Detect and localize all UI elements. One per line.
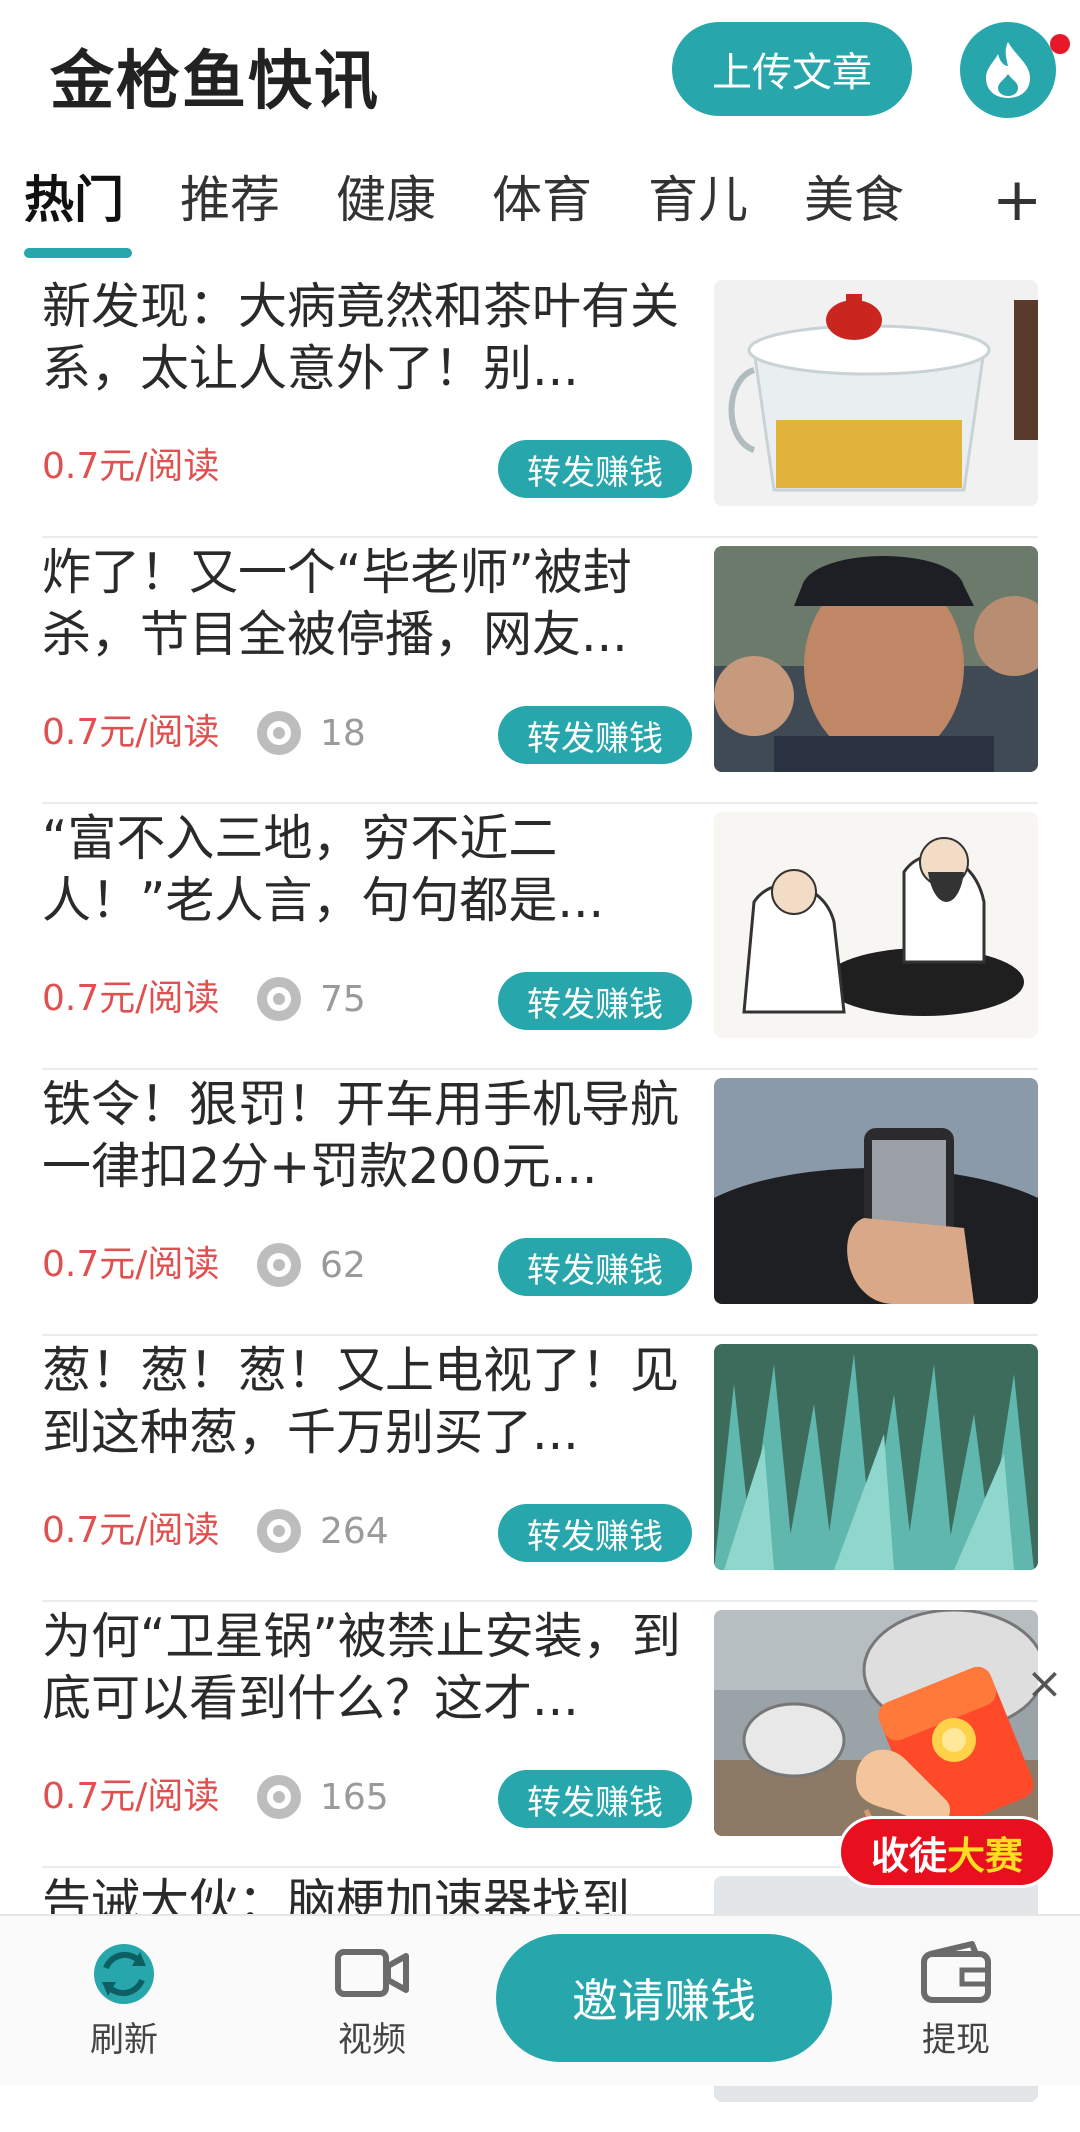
notification-dot: [1050, 34, 1070, 54]
article-title[interactable]: 葱！葱！葱！又上电视了！见到这种葱，千万别买了...: [42, 1340, 692, 1464]
app-title: 金枪鱼快讯: [50, 45, 380, 119]
price-per-read: 0.7元/阅读: [42, 446, 220, 487]
view-count: 75: [254, 974, 366, 1024]
promo-label[interactable]: 收徒 大赛: [838, 1816, 1056, 1888]
article-thumbnail[interactable]: [714, 1344, 1038, 1570]
close-promo-button[interactable]: ×: [1026, 1658, 1063, 1709]
view-count: 18: [254, 708, 366, 758]
price-per-read: 0.7元/阅读: [42, 1776, 220, 1817]
video-camera-icon: [335, 1949, 409, 1997]
tab-sports[interactable]: 体育: [492, 160, 592, 240]
list-item[interactable]: 铁令！狠罚！开车用手机导航一律扣2分+罚款200元... 0.7元/阅读 62 …: [42, 1070, 1038, 1336]
view-count: 264: [254, 1506, 389, 1556]
list-item[interactable]: 葱！葱！葱！又上电视了！见到这种葱，千万别买了... 0.7元/阅读 264 转…: [42, 1336, 1038, 1602]
eye-icon: [257, 1775, 301, 1819]
wallet-icon: [921, 1941, 991, 2003]
article-thumbnail[interactable]: [714, 546, 1038, 772]
list-item[interactable]: 新发现：大病竟然和茶叶有关系，太让人意外了！别... 0.7元/阅读 转发赚钱: [42, 272, 1038, 538]
eye-icon: [257, 1243, 301, 1287]
article-title[interactable]: 铁令！狠罚！开车用手机导航一律扣2分+罚款200元...: [42, 1074, 692, 1198]
tab-hot[interactable]: 热门: [24, 160, 124, 240]
share-earn-button[interactable]: 转发赚钱: [498, 972, 692, 1030]
article-thumbnail[interactable]: [714, 1078, 1038, 1304]
list-item[interactable]: 炸了！又一个“毕老师”被封杀，节目全被停播，网友... 0.7元/阅读 18 转…: [42, 538, 1038, 804]
nav-refresh[interactable]: 刷新: [54, 1938, 194, 2061]
upload-article-button[interactable]: 上传文章: [672, 22, 912, 116]
user-avatar-button[interactable]: [960, 22, 1056, 118]
view-count: 165: [254, 1772, 389, 1822]
price-per-read: 0.7元/阅读: [42, 978, 220, 1019]
active-tab-indicator: [24, 248, 132, 258]
tab-food[interactable]: 美食: [804, 160, 904, 240]
view-count: 62: [254, 1240, 366, 1290]
flame-icon: [986, 42, 1030, 98]
bottom-nav: 刷新 视频 邀请赚钱 提现: [0, 1914, 1080, 2086]
eye-icon: [257, 977, 301, 1021]
share-earn-button[interactable]: 转发赚钱: [498, 1238, 692, 1296]
list-item[interactable]: “富不入三地，穷不近二人！”老人言，句句都是... 0.7元/阅读 75 转发赚…: [42, 804, 1038, 1070]
tab-recommend[interactable]: 推荐: [180, 160, 280, 240]
price-per-read: 0.7元/阅读: [42, 1510, 220, 1551]
price-per-read: 0.7元/阅读: [42, 1244, 220, 1285]
invite-earn-button[interactable]: 邀请赚钱: [496, 1934, 832, 2062]
share-earn-button[interactable]: 转发赚钱: [498, 1770, 692, 1828]
tab-parenting[interactable]: 育儿: [648, 160, 748, 240]
article-title[interactable]: 炸了！又一个“毕老师”被封杀，节目全被停播，网友...: [42, 542, 692, 666]
share-earn-button[interactable]: 转发赚钱: [498, 1504, 692, 1562]
share-earn-button[interactable]: 转发赚钱: [498, 440, 692, 498]
refresh-icon: [94, 1944, 154, 2004]
eye-icon: [257, 1509, 301, 1553]
tab-health[interactable]: 健康: [336, 160, 436, 240]
article-title[interactable]: “富不入三地，穷不近二人！”老人言，句句都是...: [42, 808, 692, 932]
article-title[interactable]: 为何“卫星锅”被禁止安装，到底可以看到什么？这才...: [42, 1606, 692, 1730]
share-earn-button[interactable]: 转发赚钱: [498, 706, 692, 764]
header: 金枪鱼快讯 上传文章: [0, 0, 1080, 140]
article-thumbnail[interactable]: [714, 280, 1038, 506]
nav-withdraw[interactable]: 提现: [886, 1938, 1026, 2061]
category-tabs: 热门 推荐 健康 体育 育儿 美食 +: [0, 160, 1080, 260]
article-thumbnail[interactable]: [714, 812, 1038, 1038]
price-per-read: 0.7元/阅读: [42, 712, 220, 753]
add-tab-button[interactable]: +: [992, 160, 1042, 240]
nav-video[interactable]: 视频: [302, 1938, 442, 2061]
eye-icon: [257, 711, 301, 755]
article-title[interactable]: 新发现：大病竟然和茶叶有关系，太让人意外了！别...: [42, 276, 692, 400]
